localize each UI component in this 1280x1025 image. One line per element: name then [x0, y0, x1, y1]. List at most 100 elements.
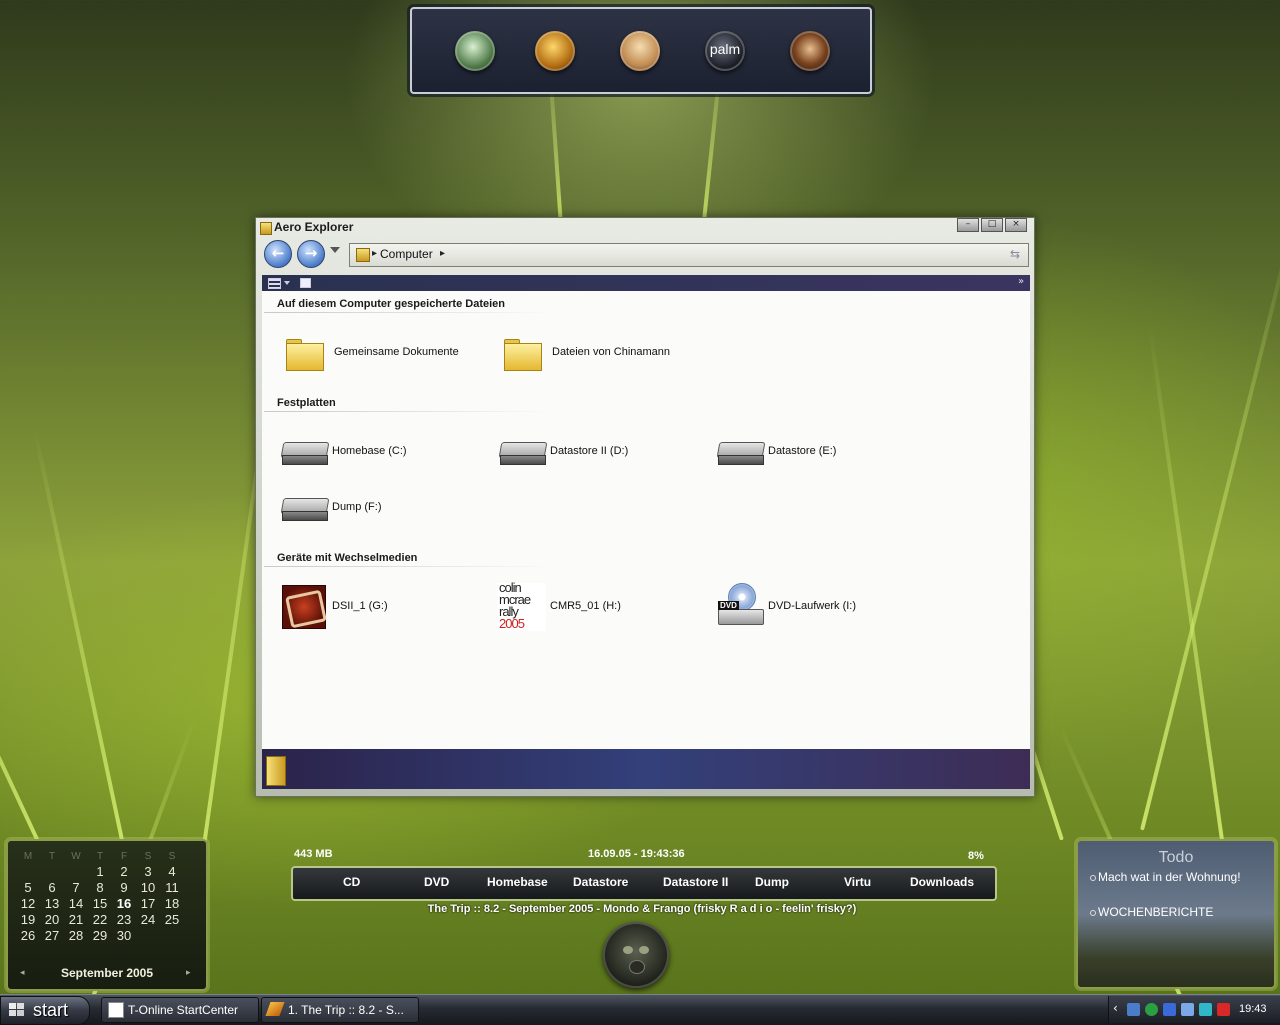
- day-cell[interactable]: 10: [136, 879, 160, 895]
- day-cell[interactable]: 13: [40, 895, 64, 911]
- address-chevron-icon[interactable]: ▸: [440, 248, 445, 259]
- address-text: Computer: [380, 247, 433, 261]
- display-icon[interactable]: [1181, 1003, 1194, 1016]
- address-separator-icon: ▸: [372, 248, 378, 259]
- day-cell[interactable]: 20: [40, 911, 64, 927]
- item-cmr5-01-h[interactable]: colin mcrae rally 2005 CMR5_01 (H:): [498, 581, 708, 631]
- day-cell[interactable]: 12: [16, 895, 40, 911]
- item-homebase-c[interactable]: Homebase (C:): [280, 428, 490, 476]
- day-cell[interactable]: 18: [160, 895, 184, 911]
- earth-orb-icon[interactable]: [535, 31, 575, 71]
- day-cell[interactable]: 21: [64, 911, 88, 927]
- back-button[interactable]: ←: [264, 240, 292, 268]
- drive-homebase[interactable]: Homebase: [487, 875, 548, 889]
- drive-datastore[interactable]: Datastore: [573, 875, 628, 889]
- drive-cd[interactable]: CD: [343, 875, 360, 889]
- day-cell: [136, 927, 160, 943]
- security-icon[interactable]: [1217, 1003, 1230, 1016]
- day-cell[interactable]: 2: [112, 863, 136, 879]
- eye-orb-icon[interactable]: [790, 31, 830, 71]
- task-t-online[interactable]: T-Online StartCenter: [101, 997, 259, 1023]
- todo-item[interactable]: Mach wat in der Wohnung!: [1090, 870, 1241, 884]
- group-title-removable: Geräte mit Wechselmedien: [277, 552, 418, 564]
- item-dateien-von-chinamann[interactable]: Dateien von Chinamann: [500, 329, 710, 377]
- item-label: Dump (F:): [332, 501, 382, 513]
- day-cell[interactable]: 15: [88, 895, 112, 911]
- gas-mask-icon[interactable]: [603, 922, 669, 988]
- tray-clock[interactable]: 19:43: [1239, 1003, 1267, 1015]
- day-cell-today[interactable]: 16: [112, 895, 136, 911]
- day-cell[interactable]: 6: [40, 879, 64, 895]
- day-cell[interactable]: 9: [112, 879, 136, 895]
- day-cell[interactable]: 4: [160, 863, 184, 879]
- calendar-month: September 2005: [60, 966, 154, 980]
- memory-readout: 443 MB: [294, 848, 333, 860]
- day-cell: [40, 863, 64, 879]
- day-cell[interactable]: 25: [160, 911, 184, 927]
- face-orb-icon[interactable]: [620, 31, 660, 71]
- drive-virtu[interactable]: Virtu: [844, 875, 871, 889]
- views-icon[interactable]: [268, 278, 281, 289]
- day-cell[interactable]: 3: [136, 863, 160, 879]
- day-cell[interactable]: 19: [16, 911, 40, 927]
- refresh-icon[interactable]: ⇆: [1010, 247, 1020, 261]
- close-button[interactable]: ×: [1005, 218, 1027, 232]
- item-label: DVD-Laufwerk (I:): [768, 600, 857, 612]
- day-cell[interactable]: 8: [88, 879, 112, 895]
- datetime-readout: 16.09.05 - 19:43:36: [588, 848, 685, 860]
- history-dropdown-icon[interactable]: [330, 247, 340, 253]
- preview-pane-icon[interactable]: [300, 278, 311, 288]
- antivirus-icon[interactable]: [1145, 1003, 1158, 1016]
- item-gemeinsame-dokumente[interactable]: Gemeinsame Dokumente: [282, 329, 492, 377]
- item-label: Homebase (C:): [332, 445, 407, 457]
- day-cell[interactable]: 26: [16, 927, 40, 943]
- drive-datastore-ii[interactable]: Datastore II: [663, 875, 728, 889]
- calendar-grid: M T W T F S S 1 2 3 4 5 6 7 8 9 10 11 12: [16, 849, 184, 943]
- task-the-trip[interactable]: 1. The Trip :: 8.2 - S...: [261, 997, 419, 1023]
- day-cell[interactable]: 27: [40, 927, 64, 943]
- day-cell[interactable]: 11: [160, 879, 184, 895]
- hard-drive-icon: [280, 428, 330, 476]
- address-bar[interactable]: ▸ Computer ▸ ⇆: [349, 243, 1029, 267]
- green-orb-icon[interactable]: [455, 31, 495, 71]
- minimize-button[interactable]: –: [957, 218, 979, 232]
- dvd-badge: DVD: [718, 601, 739, 610]
- sync-icon[interactable]: [1199, 1003, 1212, 1016]
- taskbar: start T-Online StartCenter 1. The Trip :…: [0, 994, 1280, 1025]
- weekday-label: M: [23, 850, 33, 862]
- day-cell[interactable]: 17: [136, 895, 160, 911]
- tray-expand-icon[interactable]: ‹: [1113, 1001, 1118, 1015]
- more-chevron-icon[interactable]: »: [1018, 276, 1024, 287]
- views-dropdown-icon[interactable]: [284, 281, 290, 285]
- start-button[interactable]: start: [0, 996, 90, 1025]
- maximize-button[interactable]: □: [981, 218, 1003, 232]
- item-dvd-laufwerk-i[interactable]: DVD DVD-Laufwerk (I:): [716, 583, 926, 631]
- day-cell[interactable]: 7: [64, 879, 88, 895]
- item-dsii-1-g[interactable]: DSII_1 (G:): [280, 583, 490, 631]
- item-datastore-ii-d[interactable]: Datastore II (D:): [498, 428, 708, 476]
- palm-orb-icon[interactable]: palm: [705, 31, 745, 71]
- folder-icon: [282, 329, 330, 377]
- drive-dump[interactable]: Dump: [755, 875, 789, 889]
- day-cell[interactable]: 1: [88, 863, 112, 879]
- drive-downloads[interactable]: Downloads: [910, 875, 974, 889]
- day-cell[interactable]: 29: [88, 927, 112, 943]
- item-dump-f[interactable]: Dump (F:): [280, 484, 490, 532]
- window-title: Aero Explorer: [274, 220, 354, 234]
- window-titlebar[interactable]: Aero Explorer – □ ×: [256, 218, 1034, 238]
- day-cell[interactable]: 24: [136, 911, 160, 927]
- next-month-icon[interactable]: ▸: [186, 968, 191, 978]
- navigation-bar: ← → ▸ Computer ▸ ⇆: [262, 240, 1029, 270]
- network-icon[interactable]: [1127, 1003, 1140, 1016]
- day-cell[interactable]: 30: [112, 927, 136, 943]
- forward-button[interactable]: →: [297, 240, 325, 268]
- messenger-icon[interactable]: [1163, 1003, 1176, 1016]
- day-cell[interactable]: 22: [88, 911, 112, 927]
- todo-item[interactable]: WOCHENBERICHTE: [1090, 905, 1213, 919]
- day-cell[interactable]: 28: [64, 927, 88, 943]
- day-cell[interactable]: 23: [112, 911, 136, 927]
- drive-dvd[interactable]: DVD: [424, 875, 449, 889]
- day-cell[interactable]: 5: [16, 879, 40, 895]
- day-cell[interactable]: 14: [64, 895, 88, 911]
- item-datastore-e[interactable]: Datastore (E:): [716, 428, 926, 476]
